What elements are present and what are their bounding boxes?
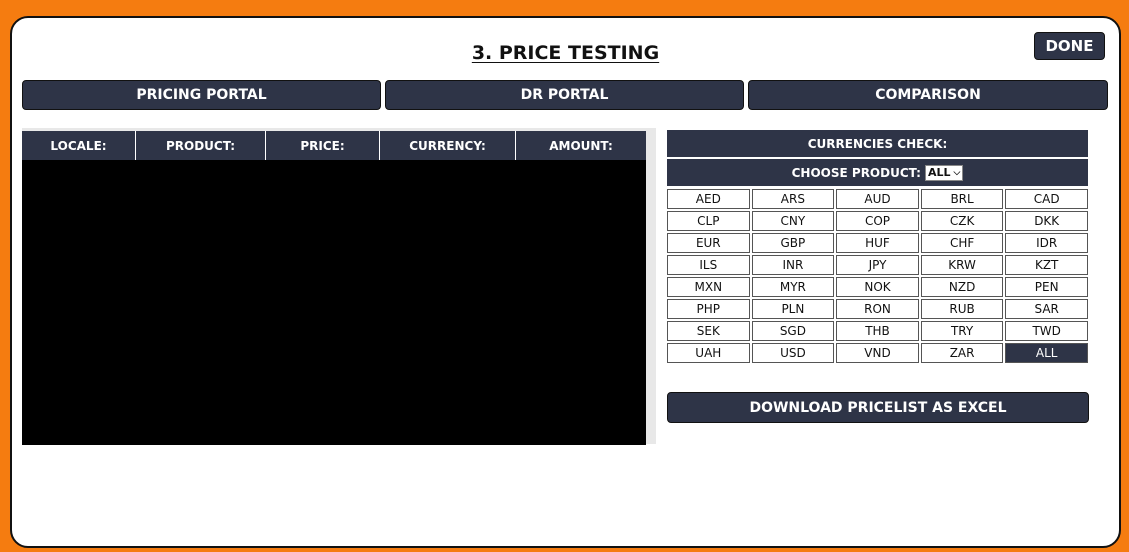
currency-button-cad[interactable]: CAD — [1005, 189, 1088, 209]
currency-button-all[interactable]: ALL — [1005, 343, 1088, 363]
currency-grid: AED ARS AUD BRL CAD CLP CNY COP CZK DKK EUR GBP HUF C… — [667, 189, 1088, 363]
price-testing-panel: 3. PRICE TESTING DONE PRICING PORTAL DR … — [10, 16, 1121, 548]
currencies-check-panel: CURRENCIES CHECK: CHOOSE PRODUCT: ALL ⌵ … — [667, 130, 1088, 363]
currency-button-idr[interactable]: IDR — [1005, 233, 1088, 253]
page-title: 3. PRICE TESTING — [471, 42, 660, 64]
currency-button-kzt[interactable]: KZT — [1005, 255, 1088, 275]
column-header-amount: AMOUNT: — [516, 131, 646, 160]
currency-button-inr[interactable]: INR — [751, 255, 835, 275]
currency-button-php[interactable]: PHP — [667, 299, 750, 319]
currency-button-myr[interactable]: MYR — [751, 277, 835, 297]
currency-button-gbp[interactable]: GBP — [751, 233, 835, 253]
currency-button-cny[interactable]: CNY — [751, 211, 835, 231]
table-header-row: LOCALE: PRODUCT: PRICE: CURRENCY: AMOUNT… — [22, 131, 646, 160]
currency-button-ils[interactable]: ILS — [667, 255, 750, 275]
column-header-product: PRODUCT: — [136, 131, 266, 160]
product-select-value: ALL — [927, 166, 951, 179]
tab-pricing-portal[interactable]: PRICING PORTAL — [22, 80, 381, 110]
currencies-check-title: CURRENCIES CHECK: — [667, 130, 1088, 157]
currency-button-usd[interactable]: USD — [751, 343, 835, 363]
price-table: LOCALE: PRODUCT: PRICE: CURRENCY: AMOUNT… — [22, 128, 656, 445]
currency-button-sgd[interactable]: SGD — [751, 321, 835, 341]
currency-button-huf[interactable]: HUF — [836, 233, 919, 253]
currency-button-vnd[interactable]: VND — [836, 343, 919, 363]
currency-button-sek[interactable]: SEK — [667, 321, 750, 341]
column-header-price: PRICE: — [266, 131, 380, 160]
currency-button-jpy[interactable]: JPY — [836, 255, 919, 275]
currency-button-czk[interactable]: CZK — [920, 211, 1004, 231]
tab-dr-portal[interactable]: DR PORTAL — [385, 80, 744, 110]
product-select[interactable]: ALL ⌵ — [924, 164, 964, 181]
currency-button-mxn[interactable]: MXN — [667, 277, 750, 297]
table-body — [22, 160, 646, 445]
column-header-currency: CURRENCY: — [380, 131, 516, 160]
currency-button-krw[interactable]: KRW — [920, 255, 1004, 275]
currency-button-sar[interactable]: SAR — [1005, 299, 1088, 319]
choose-product-label: CHOOSE PRODUCT: — [791, 165, 921, 180]
currency-button-zar[interactable]: ZAR — [920, 343, 1004, 363]
currency-button-dkk[interactable]: DKK — [1005, 211, 1088, 231]
done-button[interactable]: DONE — [1034, 32, 1105, 60]
chevron-down-icon: ⌵ — [953, 167, 961, 178]
column-header-locale: LOCALE: — [22, 131, 136, 160]
tab-comparison[interactable]: COMPARISON — [748, 80, 1108, 110]
currency-button-clp[interactable]: CLP — [667, 211, 750, 231]
choose-product-row: CHOOSE PRODUCT: ALL ⌵ — [667, 159, 1088, 186]
currency-button-cop[interactable]: COP — [836, 211, 919, 231]
currency-button-chf[interactable]: CHF — [920, 233, 1004, 253]
currency-button-aed[interactable]: AED — [667, 189, 750, 209]
download-pricelist-button[interactable]: DOWNLOAD PRICELIST AS EXCEL — [667, 392, 1089, 423]
currency-button-ars[interactable]: ARS — [751, 189, 835, 209]
currency-button-aud[interactable]: AUD — [836, 189, 919, 209]
currency-button-ron[interactable]: RON — [836, 299, 919, 319]
currency-button-eur[interactable]: EUR — [667, 233, 750, 253]
currency-button-nzd[interactable]: NZD — [920, 277, 1004, 297]
currency-button-rub[interactable]: RUB — [920, 299, 1004, 319]
currency-button-try[interactable]: TRY — [920, 321, 1004, 341]
currency-button-thb[interactable]: THB — [836, 321, 919, 341]
currency-button-twd[interactable]: TWD — [1005, 321, 1088, 341]
currency-button-pen[interactable]: PEN — [1005, 277, 1088, 297]
currency-button-nok[interactable]: NOK — [836, 277, 919, 297]
currency-button-pln[interactable]: PLN — [751, 299, 835, 319]
currency-button-brl[interactable]: BRL — [920, 189, 1004, 209]
currency-button-uah[interactable]: UAH — [667, 343, 750, 363]
